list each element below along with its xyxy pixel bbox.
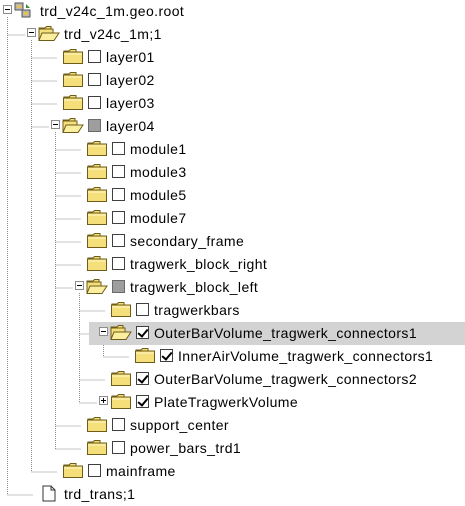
visibility-checkbox[interactable]: [112, 211, 125, 224]
visibility-checkbox[interactable]: [136, 326, 149, 339]
tree-node-module1[interactable]: module1: [0, 138, 465, 161]
tree-node-label: support_center: [130, 417, 229, 433]
tree-node-outerbarvolume-tragwerk-connectors1[interactable]: OuterBarVolume_tragwerk_connectors1: [0, 322, 465, 345]
tree-node-label: tragwerk_block_left: [130, 279, 259, 295]
tree-node-label: OuterBarVolume_tragwerk_connectors1: [154, 325, 418, 341]
visibility-checkbox[interactable]: [112, 418, 125, 431]
geometry-tree-view: trd_v24c_1m.geo.root trd_v24c_1m;1 layer01…: [0, 0, 465, 502]
folder-icon: [86, 255, 108, 272]
visibility-checkbox[interactable]: [136, 395, 149, 408]
tree-node-label: power_bars_trd1: [130, 440, 242, 456]
tree-node-power-bars-trd1[interactable]: power_bars_trd1: [0, 437, 465, 460]
tree-node-label: OuterBarVolume_tragwerk_connectors2: [154, 371, 418, 387]
tree-node-mainframe[interactable]: mainframe: [0, 460, 465, 483]
visibility-checkbox[interactable]: [112, 142, 125, 155]
folder-icon: [62, 71, 84, 88]
folder-icon: [86, 416, 108, 433]
tree-node-tragwerkbars[interactable]: tragwerkbars: [0, 299, 465, 322]
visibility-checkbox[interactable]: [88, 50, 101, 63]
folder-icon: [134, 347, 156, 364]
folder-icon: [86, 232, 108, 249]
tree-node-label: layer02: [106, 72, 155, 88]
root-icon: [14, 2, 36, 19]
tree-node-module7[interactable]: module7: [0, 207, 465, 230]
tree-node-layer01[interactable]: layer01: [0, 46, 465, 69]
tree-node-layer03[interactable]: layer03: [0, 92, 465, 115]
tree-node-tragwerk-block-right[interactable]: tragwerk_block_right: [0, 253, 465, 276]
visibility-checkbox[interactable]: [88, 119, 101, 132]
tree-node-label: layer03: [106, 95, 155, 111]
tree-node-label: module7: [130, 210, 187, 226]
visibility-checkbox[interactable]: [112, 441, 125, 454]
tree-node-label: layer01: [106, 49, 155, 65]
folder-icon: [110, 393, 132, 410]
tree-node-label: InnerAirVolume_tragwerk_connectors1: [178, 348, 434, 364]
tree-node-label: tragwerkbars: [154, 302, 240, 318]
tree-node-label: PlateTragwerkVolume: [154, 394, 299, 410]
folder-open-icon: [62, 117, 84, 134]
expand-icon[interactable]: [99, 396, 108, 405]
visibility-checkbox[interactable]: [112, 234, 125, 247]
folder-open-icon: [110, 324, 132, 341]
tree-node-trd-trans-1[interactable]: trd_trans;1: [0, 483, 465, 506]
visibility-checkbox[interactable]: [88, 73, 101, 86]
tree-node-label: mainframe: [106, 463, 176, 479]
tree-node-label: trd_v24c_1m.geo.root: [40, 3, 185, 19]
collapse-icon[interactable]: [27, 28, 36, 37]
tree-node-platetragwerkvolume[interactable]: PlateTragwerkVolume: [0, 391, 465, 414]
visibility-checkbox[interactable]: [88, 464, 101, 477]
tree-node-label: trd_trans;1: [64, 486, 136, 502]
folder-open-icon: [38, 25, 60, 42]
collapse-icon[interactable]: [75, 281, 84, 290]
collapse-icon[interactable]: [51, 120, 60, 129]
tree-node-layer02[interactable]: layer02: [0, 69, 465, 92]
folder-icon: [62, 48, 84, 65]
folder-icon: [62, 94, 84, 111]
tree-node-label: layer04: [106, 118, 155, 134]
folder-icon: [86, 140, 108, 157]
visibility-checkbox[interactable]: [136, 372, 149, 385]
tree-node-module5[interactable]: module5: [0, 184, 465, 207]
tree-node-label: secondary_frame: [130, 233, 245, 249]
visibility-checkbox[interactable]: [112, 188, 125, 201]
tree-node-outerbarvolume-tragwerk-connectors2[interactable]: OuterBarVolume_tragwerk_connectors2: [0, 368, 465, 391]
tree-node-module3[interactable]: module3: [0, 161, 465, 184]
visibility-checkbox[interactable]: [136, 303, 149, 316]
folder-icon: [62, 462, 84, 479]
tree-node-label: module3: [130, 164, 187, 180]
collapse-icon[interactable]: [99, 327, 108, 336]
folder-icon: [86, 209, 108, 226]
visibility-checkbox[interactable]: [88, 96, 101, 109]
tree-node-innerairvolume-tragwerk-connectors1[interactable]: InnerAirVolume_tragwerk_connectors1: [0, 345, 465, 368]
visibility-checkbox[interactable]: [112, 257, 125, 270]
tree-node-tragwerk-block-left[interactable]: tragwerk_block_left: [0, 276, 465, 299]
folder-icon: [86, 186, 108, 203]
tree-node-layer04[interactable]: layer04: [0, 115, 465, 138]
tree-node-label: module5: [130, 187, 187, 203]
tree-node-support-center[interactable]: support_center: [0, 414, 465, 437]
visibility-checkbox[interactable]: [112, 165, 125, 178]
collapse-icon[interactable]: [3, 5, 12, 14]
tree-node-secondary-frame[interactable]: secondary_frame: [0, 230, 465, 253]
tree-node-label: tragwerk_block_right: [130, 256, 268, 272]
tree-node-label: module1: [130, 141, 187, 157]
visibility-checkbox[interactable]: [160, 349, 173, 362]
tree-node-trd-v24c-1m-geo-root[interactable]: trd_v24c_1m.geo.root: [0, 0, 465, 23]
folder-icon: [86, 439, 108, 456]
tree-node-label: trd_v24c_1m;1: [64, 26, 162, 42]
visibility-checkbox[interactable]: [112, 280, 125, 293]
document-icon: [38, 485, 60, 502]
folder-icon: [110, 370, 132, 387]
tree-node-trd-v24c-1m-1[interactable]: trd_v24c_1m;1: [0, 23, 465, 46]
folder-icon: [110, 301, 132, 318]
folder-icon: [86, 163, 108, 180]
folder-open-icon: [86, 278, 108, 295]
